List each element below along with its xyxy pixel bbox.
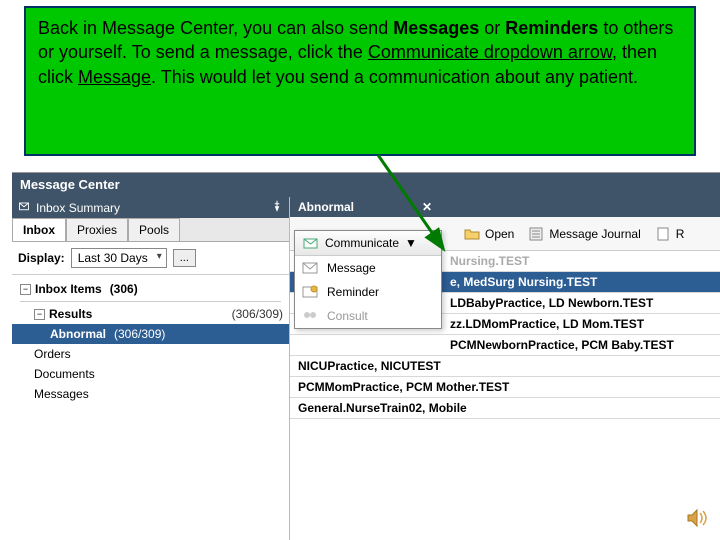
menu-message[interactable]: Message	[295, 256, 441, 280]
open-button[interactable]: Open	[464, 226, 514, 242]
window-titlebar: Message Center	[12, 173, 720, 197]
chevron-down-icon: ▼	[405, 236, 417, 250]
display-ellipsis-button[interactable]: ...	[173, 249, 196, 267]
display-filter-row: Display: Last 30 Days ...	[12, 242, 289, 275]
inbox-icon	[18, 200, 30, 215]
sidebar-tabs: Inbox Proxies Pools	[12, 218, 289, 242]
display-label: Display:	[18, 251, 65, 265]
sidebar: Inbox Summary Inbox Proxies Pools Displa…	[12, 197, 290, 540]
reminder-icon	[301, 284, 319, 300]
window-title: Message Center	[20, 177, 120, 192]
message-center-window: Message Center Inbox Summary Inbox Proxi…	[12, 172, 720, 540]
collapse-icon[interactable]: −	[20, 284, 31, 295]
communicate-dropdown: Communicate ▼ Message Reminder	[294, 230, 442, 329]
message-journal-button[interactable]: Message Journal	[528, 226, 640, 242]
tree-orders[interactable]: Orders	[12, 344, 289, 364]
r-button-partial[interactable]: R	[655, 226, 685, 242]
list-row[interactable]: PCMNewbornPractice, PCM Baby.TEST	[290, 335, 720, 356]
tab-proxies[interactable]: Proxies	[66, 218, 128, 241]
message-icon	[301, 260, 319, 276]
communicate-button[interactable]: Communicate ▼	[295, 231, 441, 256]
tree-results[interactable]: − Results (306/309)	[12, 304, 289, 324]
folder-tree: − Inbox Items (306) − Results (306/309) …	[12, 275, 289, 540]
inbox-summary-header: Inbox Summary	[12, 197, 289, 218]
inbox-summary-label: Inbox Summary	[36, 201, 120, 215]
instruction-callout: Back in Message Center, you can also sen…	[24, 6, 696, 156]
main-header: Abnormal ✕	[290, 197, 720, 217]
communicate-icon	[303, 235, 319, 251]
tree-documents[interactable]: Documents	[12, 364, 289, 384]
main-panel: Abnormal ✕ Open Message Journal	[290, 197, 720, 540]
journal-icon	[528, 226, 544, 242]
main-header-title: Abnormal	[298, 200, 354, 214]
note-icon	[655, 226, 671, 242]
tab-pools[interactable]: Pools	[128, 218, 180, 241]
list-row[interactable]: General.NurseTrain02, Mobile	[290, 398, 720, 419]
list-row[interactable]: NICUPractice, NICUTEST	[290, 356, 720, 377]
display-select[interactable]: Last 30 Days	[71, 248, 167, 268]
menu-consult: Consult	[295, 304, 441, 328]
pin-icon[interactable]	[271, 200, 283, 215]
tree-abnormal[interactable]: Abnormal (306/309)	[12, 324, 289, 344]
list-row[interactable]: PCMMomPractice, PCM Mother.TEST	[290, 377, 720, 398]
tree-inbox-items[interactable]: − Inbox Items (306)	[12, 279, 289, 299]
folder-open-icon	[464, 226, 480, 242]
tree-messages[interactable]: Messages	[12, 384, 289, 404]
speaker-icon[interactable]	[686, 507, 712, 534]
consult-icon	[301, 308, 319, 324]
menu-reminder[interactable]: Reminder	[295, 280, 441, 304]
collapse-icon[interactable]: −	[34, 309, 45, 320]
tab-inbox[interactable]: Inbox	[12, 218, 66, 241]
close-icon[interactable]: ✕	[422, 200, 432, 214]
